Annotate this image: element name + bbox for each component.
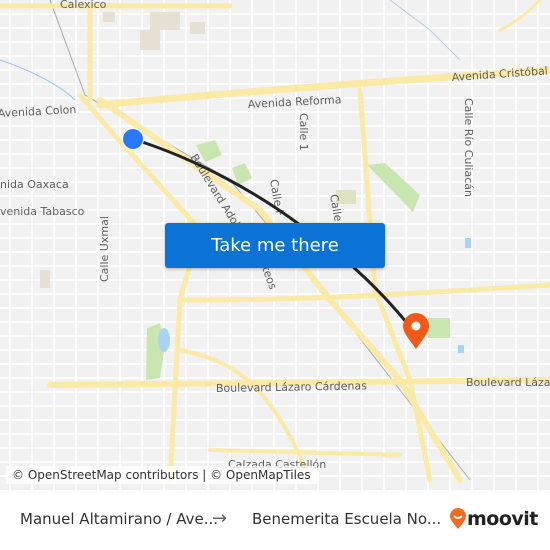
destination-pin-dot-icon (411, 321, 421, 331)
moovit-pin-icon (450, 508, 466, 529)
origin-marker[interactable] (122, 128, 144, 150)
map-attribution[interactable]: © OpenStreetMap contributors | © OpenMap… (6, 466, 317, 484)
label-calle-uxmal: Calle Uxmal (98, 216, 111, 282)
label-avenida-colon: Avenida Colon (0, 103, 77, 120)
arrow-right-icon: → (212, 508, 228, 529)
label-calle-1: Calle 1 (297, 113, 310, 151)
label-calle-rio-culiacan: Calle Río Culiacán (462, 98, 475, 197)
label-avenida-oaxaca: nida Oaxaca (0, 178, 69, 191)
destination-marker[interactable] (402, 312, 430, 349)
label-calexico: Calexico (60, 0, 107, 11)
label-avenida-reforma: Avenida Reforma (247, 93, 341, 111)
map-view[interactable]: Calexico Avenida Colon Avenida Reforma A… (0, 0, 550, 490)
label-boulevard-lazaro-right: Boulevard Lázaro (466, 376, 550, 389)
origin-stop-name: Manuel Altamirano / Ave... (20, 510, 219, 528)
label-avenida-cristobal: Avenida Cristóbal C (451, 64, 550, 84)
label-boulevard-adolfo-end: teos (259, 265, 279, 292)
destination-stop-name: Benemerita Escuela No... (252, 510, 442, 528)
label-avenida-tabasco: venida Tabasco (0, 205, 85, 218)
moovit-wordmark: moovit (467, 508, 538, 530)
moovit-logo: moovit (449, 508, 538, 530)
take-me-there-button[interactable]: Take me there (165, 223, 385, 268)
trip-footer: Manuel Altamirano / Ave... → Benemerita … (0, 490, 550, 550)
river (0, 59, 76, 101)
label-boulevard-lazaro: Boulevard Lázaro Cárdenas (216, 379, 367, 395)
